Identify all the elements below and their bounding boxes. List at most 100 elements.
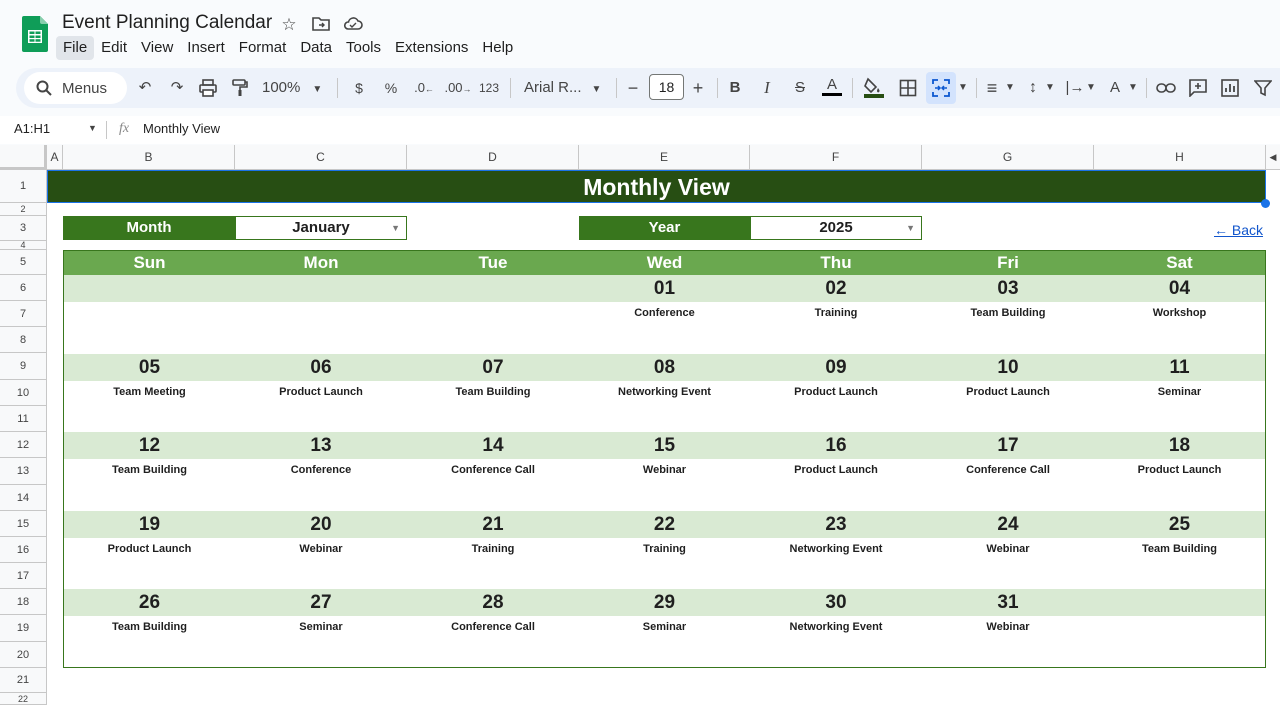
day-number[interactable]: 07 <box>407 354 579 381</box>
event-name[interactable]: Conference Call <box>922 462 1094 478</box>
event-name[interactable]: Product Launch <box>750 384 922 400</box>
day-number[interactable]: 16 <box>750 432 922 459</box>
day-number[interactable]: 01 <box>579 275 750 302</box>
chevron-down-icon[interactable]: ▼ <box>1045 74 1055 102</box>
day-number[interactable]: 30 <box>750 589 922 616</box>
row-header-18[interactable]: 18 <box>0 589 47 615</box>
row-header-19[interactable]: 19 <box>0 615 47 642</box>
font-size-input[interactable]: 18 <box>649 74 684 100</box>
day-number[interactable] <box>1094 589 1265 616</box>
year-dropdown[interactable]: 2025 ▼ <box>750 216 922 240</box>
row-header-14[interactable]: 14 <box>0 485 47 511</box>
name-box[interactable]: A1:H1 <box>14 121 50 136</box>
day-number[interactable]: 12 <box>64 432 235 459</box>
row-header-17[interactable]: 17 <box>0 563 47 589</box>
event-name[interactable]: Networking Event <box>750 541 922 557</box>
chevron-down-icon[interactable]: ▼ <box>88 123 97 133</box>
menu-extensions[interactable]: Extensions <box>388 36 475 60</box>
day-number[interactable]: 14 <box>407 432 579 459</box>
row-header-1[interactable]: 1 <box>0 170 47 203</box>
chevron-down-icon[interactable]: ▼ <box>1128 74 1138 102</box>
borders-icon[interactable] <box>899 79 917 97</box>
paint-format-icon[interactable] <box>231 79 249 97</box>
menu-format[interactable]: Format <box>232 36 294 60</box>
menu-data[interactable]: Data <box>293 36 339 60</box>
day-number[interactable]: 31 <box>922 589 1094 616</box>
chevron-down-icon[interactable]: ▼ <box>957 74 969 102</box>
day-number[interactable]: 23 <box>750 511 922 538</box>
percent-format-button[interactable]: % <box>381 74 401 102</box>
event-name[interactable]: Product Launch <box>235 384 407 400</box>
row-header-6[interactable]: 6 <box>0 275 47 301</box>
banner-title[interactable]: Monthly View <box>47 170 1266 203</box>
day-number[interactable]: 25 <box>1094 511 1265 538</box>
event-name[interactable]: Team Building <box>64 619 235 635</box>
column-header-f[interactable]: F <box>750 145 922 170</box>
insert-chart-icon[interactable] <box>1221 79 1239 97</box>
event-name[interactable]: Webinar <box>235 541 407 557</box>
day-number[interactable]: 05 <box>64 354 235 381</box>
day-number[interactable]: 26 <box>64 589 235 616</box>
day-number[interactable]: 13 <box>235 432 407 459</box>
selection-handle[interactable] <box>1261 199 1270 208</box>
move-folder-icon[interactable] <box>312 16 330 32</box>
event-name[interactable]: Conference Call <box>407 462 579 478</box>
event-name[interactable]: Product Launch <box>922 384 1094 400</box>
day-number[interactable] <box>64 275 235 302</box>
month-dropdown[interactable]: January ▼ <box>235 216 407 240</box>
row-header-12[interactable]: 12 <box>0 432 47 458</box>
sheets-logo-icon[interactable] <box>22 16 48 52</box>
chevron-down-icon[interactable]: ▼ <box>1005 74 1015 102</box>
event-name[interactable]: Team Meeting <box>64 384 235 400</box>
event-name[interactable]: Training <box>750 305 922 321</box>
select-all-corner[interactable] <box>0 145 47 170</box>
menu-file[interactable]: File <box>56 36 95 60</box>
insert-link-icon[interactable] <box>1156 80 1176 96</box>
event-name[interactable]: Conference <box>235 462 407 478</box>
row-header-8[interactable]: 8 <box>0 327 47 353</box>
font-family-select[interactable]: Arial R... ▼ <box>524 74 608 102</box>
number-format-button[interactable]: 123 <box>478 74 500 102</box>
text-wrap-icon[interactable]: |→ <box>1065 74 1085 102</box>
increase-decimal-button[interactable]: .00→ <box>444 74 472 102</box>
event-name[interactable]: Product Launch <box>1094 462 1265 478</box>
event-name[interactable]: Training <box>407 541 579 557</box>
column-header-h[interactable]: H <box>1094 145 1266 170</box>
decrease-decimal-button[interactable]: .0← <box>413 74 435 102</box>
text-rotation-icon[interactable]: A <box>1105 74 1125 102</box>
fill-color-icon[interactable] <box>862 76 886 98</box>
document-title[interactable]: Event Planning Calendar <box>62 12 272 34</box>
undo-icon[interactable]: ↶ <box>134 74 156 102</box>
day-number[interactable]: 20 <box>235 511 407 538</box>
column-header-c[interactable]: C <box>235 145 407 170</box>
text-color-button[interactable]: A <box>822 74 842 96</box>
day-number[interactable]: 24 <box>922 511 1094 538</box>
row-header-2[interactable]: 2 <box>0 203 47 216</box>
day-number[interactable]: 08 <box>579 354 750 381</box>
row-header-11[interactable]: 11 <box>0 406 47 432</box>
filter-icon[interactable] <box>1254 79 1272 97</box>
event-name[interactable]: Product Launch <box>750 462 922 478</box>
day-number[interactable]: 04 <box>1094 275 1265 302</box>
row-header-22[interactable]: 22 <box>0 693 47 705</box>
column-header-b[interactable]: B <box>63 145 235 170</box>
day-number[interactable]: 06 <box>235 354 407 381</box>
event-name[interactable]: Webinar <box>922 541 1094 557</box>
event-name[interactable] <box>407 305 579 321</box>
back-link[interactable]: ← Back <box>1214 222 1263 238</box>
currency-format-button[interactable]: $ <box>350 74 368 102</box>
strikethrough-button[interactable]: S <box>790 74 810 102</box>
day-number[interactable]: 11 <box>1094 354 1265 381</box>
menu-view[interactable]: View <box>134 36 180 60</box>
row-header-5[interactable]: 5 <box>0 250 47 275</box>
redo-icon[interactable]: ↷ <box>166 74 188 102</box>
day-number[interactable] <box>235 275 407 302</box>
star-icon[interactable]: ☆ <box>278 14 300 36</box>
row-header-9[interactable]: 9 <box>0 353 47 380</box>
row-header-3[interactable]: 3 <box>0 216 47 241</box>
vertical-align-icon[interactable]: ↕ <box>1023 74 1043 102</box>
event-name[interactable]: Webinar <box>922 619 1094 635</box>
menu-help[interactable]: Help <box>475 36 520 60</box>
day-number[interactable] <box>407 275 579 302</box>
event-name[interactable]: Webinar <box>579 462 750 478</box>
